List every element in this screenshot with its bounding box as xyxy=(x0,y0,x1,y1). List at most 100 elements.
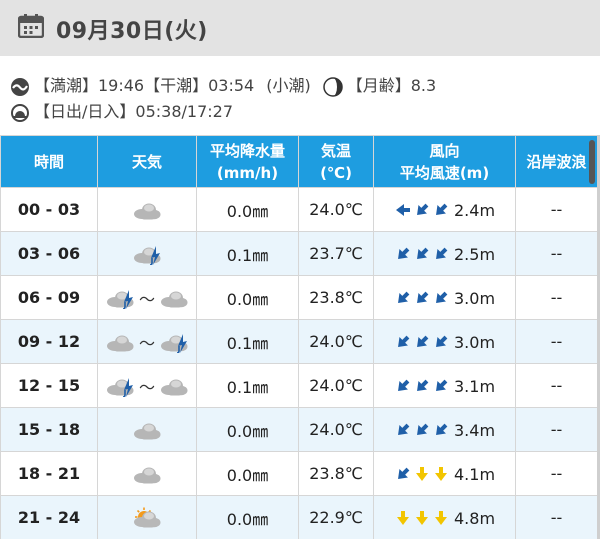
wind-cell: 3.0m xyxy=(373,319,516,364)
weather-cell xyxy=(97,407,197,452)
temp-cell: 24.0℃ xyxy=(298,407,374,452)
temp-cell: 24.0℃ xyxy=(298,187,374,232)
temp-cell: 22.9℃ xyxy=(298,495,374,539)
tide-info-line: 【満潮】19:46【干潮】03:54 (小潮) 【月齢】8.3 xyxy=(10,72,436,97)
cloud-rain-icon xyxy=(106,377,134,397)
precip-cell: 0.0㎜ xyxy=(196,451,299,496)
header-weather: 天気 xyxy=(97,135,197,188)
scrollbar-thumb[interactable] xyxy=(589,140,595,184)
time-cell: 00 - 03 xyxy=(0,187,98,232)
wind-direction-icon xyxy=(398,291,448,303)
wind-direction-icon xyxy=(398,335,448,347)
table-row: 09 - 12 ～ 0.1㎜ 24.0℃ 3.0m -- xyxy=(0,319,598,364)
wave-cell: -- xyxy=(515,319,598,364)
temp-cell: 23.7℃ xyxy=(298,231,374,276)
precip-cell: 0.0㎜ xyxy=(196,407,299,452)
weather-table: 時間 天気 平均降水量 (mm/h) 気温 (℃) 風向 平均風速(m) 沿岸波浪 0… xyxy=(0,135,598,539)
wind-speed: 3.1m xyxy=(454,376,496,396)
wave-cell: -- xyxy=(515,275,598,320)
table-row: 00 - 03 0.0㎜ 24.0℃ 2.4m -- xyxy=(0,187,598,232)
wind-direction-icon xyxy=(398,247,448,259)
wind-direction-icon xyxy=(396,203,448,216)
table-row: 21 - 24 0.0㎜ 22.9℃ 4.8m -- xyxy=(0,495,598,539)
weather-cell xyxy=(97,187,197,232)
date-title: 09月30日(火) xyxy=(56,19,208,44)
wind-speed: 3.4m xyxy=(454,420,496,440)
header-time: 時間 xyxy=(0,135,98,188)
time-cell: 15 - 18 xyxy=(0,407,98,452)
cloud-icon xyxy=(106,335,134,351)
cloud-icon xyxy=(134,203,161,219)
header-temp: 気温 (℃) xyxy=(298,135,374,188)
cloud-rain-icon xyxy=(134,245,161,265)
wind-direction-icon xyxy=(398,379,448,391)
time-cell: 18 - 21 xyxy=(0,451,98,496)
weather-cell: ～ xyxy=(97,275,197,320)
calendar-icon xyxy=(18,14,44,38)
time-cell: 12 - 15 xyxy=(0,363,98,408)
weather-cell: ～ xyxy=(97,363,197,408)
table-row: 15 - 18 0.0㎜ 24.0℃ 3.4m -- xyxy=(0,407,598,452)
table-row: 03 - 06 0.1㎜ 23.7℃ 2.5m -- xyxy=(0,231,598,276)
wind-direction-icon xyxy=(398,467,447,481)
header-precip: 平均降水量 (mm/h) xyxy=(196,135,299,188)
wind-cell: 4.8m xyxy=(373,495,516,539)
temp-cell: 24.0℃ xyxy=(298,319,374,364)
precip-cell: 0.0㎜ xyxy=(196,495,299,539)
low-tide: 【干潮】03:54 xyxy=(144,76,255,95)
cloud-rain-icon xyxy=(161,333,188,353)
tilde-separator: ～ xyxy=(138,377,155,397)
sun-info-line: 【日出/日入】05:38/17:27 xyxy=(10,98,233,123)
cloud-rain-icon xyxy=(106,289,134,309)
wind-speed: 4.8m xyxy=(454,508,496,528)
wave-cell: -- xyxy=(515,231,598,276)
wind-cell: 3.1m xyxy=(373,363,516,408)
header-wind: 風向 平均風速(m) xyxy=(373,135,516,188)
sunrise-icon xyxy=(11,103,29,122)
precip-cell: 0.1㎜ xyxy=(196,363,299,408)
wave-cell: -- xyxy=(515,363,598,408)
moon-age: 【月齢】8.3 xyxy=(346,76,437,95)
table-row: 18 - 21 0.0㎜ 23.8℃ 4.1m -- xyxy=(0,451,598,496)
cloud-icon xyxy=(161,291,188,307)
temp-cell: 24.0℃ xyxy=(298,363,374,408)
time-cell: 06 - 09 xyxy=(0,275,98,320)
wind-direction-icon xyxy=(398,423,448,435)
precip-cell: 0.0㎜ xyxy=(196,187,299,232)
weather-cell xyxy=(97,451,197,496)
wind-speed: 2.4m xyxy=(454,200,496,220)
wind-speed: 4.1m xyxy=(454,464,496,484)
wave-cell: -- xyxy=(515,187,598,232)
sunrise-sunset: 【日出/日入】05:38/17:27 xyxy=(34,102,234,121)
wave-cell: -- xyxy=(515,407,598,452)
wave-cell: -- xyxy=(515,451,598,496)
wind-cell: 3.0m xyxy=(373,275,516,320)
tide-type: (小潮) xyxy=(266,76,311,95)
weather-cell xyxy=(97,495,197,539)
wind-cell: 2.4m xyxy=(373,187,516,232)
wind-direction-icon xyxy=(397,511,447,525)
table-row: 06 - 09 ～ 0.0㎜ 23.8℃ 3.0m -- xyxy=(0,275,598,320)
precip-cell: 0.1㎜ xyxy=(196,231,299,276)
table-header-row: 時間 天気 平均降水量 (mm/h) 気温 (℃) 風向 平均風速(m) 沿岸波浪 xyxy=(0,135,598,188)
weather-cell xyxy=(97,231,197,276)
high-tide: 【満潮】19:46 xyxy=(34,76,145,95)
wind-cell: 4.1m xyxy=(373,451,516,496)
cloud-icon xyxy=(134,423,161,439)
wind-speed: 3.0m xyxy=(454,288,496,308)
table-row: 12 - 15 ～ 0.1㎜ 24.0℃ 3.1m -- xyxy=(0,363,598,408)
date-header: 09月30日(火) xyxy=(0,0,600,56)
cloud-icon xyxy=(161,379,188,395)
temp-cell: 23.8℃ xyxy=(298,451,374,496)
time-cell: 09 - 12 xyxy=(0,319,98,364)
tilde-separator: ～ xyxy=(138,289,155,309)
sun-cloud-icon xyxy=(134,507,161,527)
wind-speed: 2.5m xyxy=(454,244,496,264)
time-cell: 03 - 06 xyxy=(0,231,98,276)
tilde-separator: ～ xyxy=(138,333,155,353)
temp-cell: 23.8℃ xyxy=(298,275,374,320)
precip-cell: 0.0㎜ xyxy=(196,275,299,320)
wind-speed: 3.0m xyxy=(454,332,496,352)
time-cell: 21 - 24 xyxy=(0,495,98,539)
wind-cell: 3.4m xyxy=(373,407,516,452)
